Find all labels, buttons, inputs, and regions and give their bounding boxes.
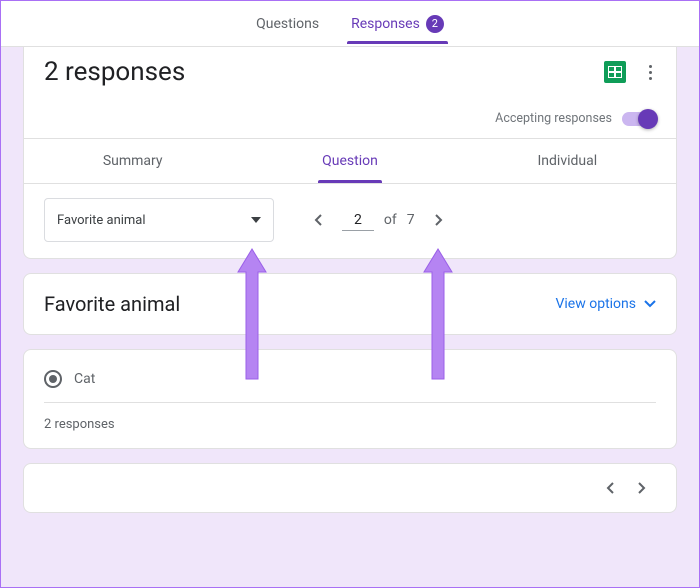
tab-responses[interactable]: Responses 2 <box>347 5 448 43</box>
accepting-label: Accepting responses <box>495 111 612 126</box>
next-question-button[interactable] <box>425 206 453 234</box>
subtab-summary[interactable]: Summary <box>24 139 241 183</box>
bottom-nav-card <box>23 463 677 513</box>
chevron-down-icon <box>644 298 656 310</box>
tab-responses-label: Responses <box>351 16 420 32</box>
answer-responses-count: 2 responses <box>44 403 656 432</box>
prev-question-button[interactable] <box>304 206 332 234</box>
responses-count-badge: 2 <box>426 15 444 33</box>
question-header-card: Favorite animal View options <box>23 273 677 335</box>
responses-panel: 2 responses Accepting responses Summary … <box>23 47 677 259</box>
tab-questions[interactable]: Questions <box>252 6 323 42</box>
top-tabbar: Questions Responses 2 <box>1 1 699 47</box>
of-label: of <box>384 212 397 228</box>
prev-button[interactable] <box>596 474 624 502</box>
total-questions: 7 <box>407 212 415 228</box>
question-dropdown[interactable]: Favorite animal <box>44 198 274 242</box>
subtab-question[interactable]: Question <box>241 139 458 183</box>
current-question-number: 2 <box>342 210 374 231</box>
sheets-icon[interactable] <box>604 61 626 83</box>
view-options-label: View options <box>555 296 636 312</box>
question-title: Favorite animal <box>44 292 180 316</box>
question-dropdown-label: Favorite animal <box>57 213 146 228</box>
answer-option-label: Cat <box>74 371 95 387</box>
subtab-individual[interactable]: Individual <box>459 139 676 183</box>
page-title: 2 responses <box>44 57 185 87</box>
next-button[interactable] <box>628 474 656 502</box>
radio-selected-icon <box>44 370 62 388</box>
accepting-toggle[interactable] <box>622 112 656 126</box>
more-menu-button[interactable] <box>640 62 660 82</box>
view-options-button[interactable]: View options <box>555 296 656 312</box>
question-pager: 2 of 7 <box>304 206 453 234</box>
answer-card: Cat 2 responses <box>23 349 677 449</box>
chevron-down-icon <box>251 217 261 223</box>
